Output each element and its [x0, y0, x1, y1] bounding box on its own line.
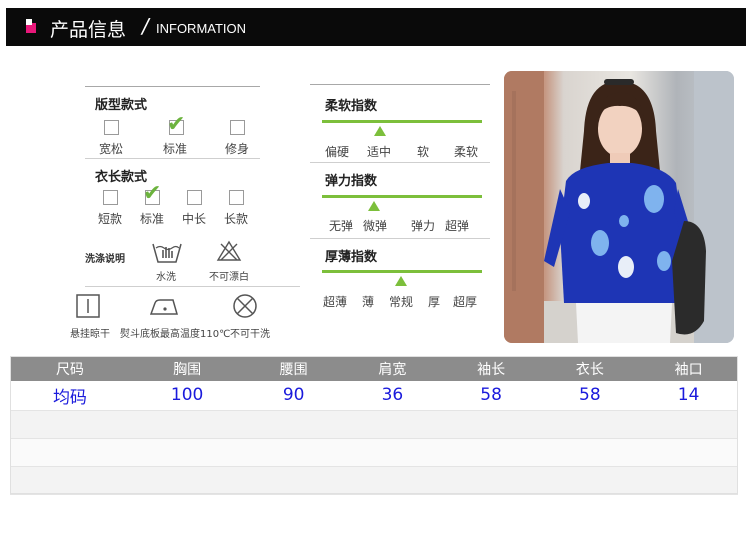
iron-icon — [149, 299, 178, 315]
divider — [310, 162, 490, 163]
checkmark-icon: ✔ — [167, 112, 186, 137]
fit-checkbox-loose[interactable] — [104, 120, 119, 135]
divider — [85, 286, 300, 287]
care-no-bleach-label: 不可漂白 — [209, 272, 249, 283]
length-checkbox-long[interactable] — [229, 190, 244, 205]
thickness-indicator — [395, 276, 407, 286]
length-option-mid: 中长 — [182, 212, 207, 226]
softness-option-2: 软 — [417, 145, 430, 159]
product-photo — [504, 71, 734, 343]
fit-option-slim: 修身 — [225, 142, 250, 156]
softness-option-3: 柔软 — [454, 145, 479, 159]
thickness-option-1: 薄 — [362, 295, 375, 309]
thickness-scale-bar — [322, 270, 482, 273]
length-option-long: 长款 — [224, 212, 249, 226]
table-cell-sleeve-length: 58 — [441, 381, 541, 411]
table-row-empty — [10, 410, 738, 439]
no-bleach-icon — [216, 240, 242, 261]
divider — [85, 158, 260, 159]
hand-wash-icon — [152, 243, 182, 263]
elasticity-option-0: 无弹 — [329, 219, 354, 233]
care-iron-label: 熨斗底板最高温度110℃ — [120, 329, 231, 340]
fit-checkbox-slim[interactable] — [230, 120, 245, 135]
table-row: 均码 100 90 36 58 58 14 — [10, 381, 738, 411]
length-title: 衣长款式 — [95, 170, 148, 185]
care-no-dry-clean-label: 不可干洗 — [230, 329, 270, 340]
checkmark-icon: ✔ — [143, 181, 162, 206]
divider — [85, 86, 260, 87]
thickness-option-4: 超厚 — [453, 295, 478, 309]
table-row-empty — [10, 466, 738, 495]
length-option-standard: 标准 — [140, 212, 165, 226]
softness-title: 柔软指数 — [325, 99, 378, 114]
thickness-option-3: 厚 — [428, 295, 441, 309]
section-header: 产品信息 / INFORMATION — [6, 8, 746, 46]
elasticity-option-2: 弹力 — [411, 219, 436, 233]
model-illustration — [504, 71, 734, 343]
table-cell-shoulder: 36 — [343, 381, 442, 411]
table-header-shoulder: 肩宽 — [343, 356, 442, 381]
elasticity-scale-bar — [322, 195, 482, 198]
no-dry-clean-icon — [233, 294, 257, 318]
fit-option-loose: 宽松 — [99, 142, 124, 156]
divider — [310, 238, 490, 239]
size-table: 尺码 胸围 腰围 肩宽 袖长 衣长 袖口 均码 100 90 36 58 58 … — [10, 356, 738, 495]
fit-option-standard: 标准 — [163, 142, 188, 156]
care-hand-wash-label: 水洗 — [156, 272, 176, 283]
softness-scale-bar — [322, 120, 482, 123]
elasticity-title: 弹力指数 — [325, 174, 378, 189]
elasticity-option-3: 超弹 — [445, 219, 470, 233]
length-checkbox-short[interactable] — [103, 190, 118, 205]
table-cell-garment-length: 58 — [540, 381, 640, 411]
header-title: 产品信息 — [50, 19, 127, 41]
table-header-cuff: 袖口 — [639, 356, 738, 381]
hang-dry-icon — [76, 294, 100, 318]
table-header-garment-length: 衣长 — [540, 356, 640, 381]
header-subtitle: INFORMATION — [156, 21, 247, 36]
header-slash: / — [142, 14, 149, 38]
table-cell-size: 均码 — [10, 381, 130, 411]
length-option-short: 短款 — [98, 212, 123, 226]
header-square-icon — [26, 19, 36, 33]
length-checkbox-mid[interactable] — [187, 190, 202, 205]
softness-indicator — [374, 126, 386, 136]
table-cell-chest: 100 — [129, 381, 245, 411]
elasticity-option-1: 微弹 — [363, 219, 388, 233]
table-header-chest: 胸围 — [129, 356, 245, 381]
care-title: 洗涤说明 — [85, 254, 125, 265]
table-header-sleeve-length: 袖长 — [441, 356, 541, 381]
thickness-option-2: 常规 — [389, 295, 414, 309]
softness-option-1: 适中 — [367, 145, 392, 159]
fit-title: 版型款式 — [95, 98, 148, 113]
elasticity-indicator — [368, 201, 380, 211]
table-row-empty — [10, 438, 738, 467]
table-cell-cuff: 14 — [639, 381, 738, 411]
table-cell-waist: 90 — [244, 381, 344, 411]
divider — [310, 84, 490, 85]
thickness-title: 厚薄指数 — [325, 250, 378, 265]
thickness-option-0: 超薄 — [323, 295, 348, 309]
care-hang-dry-label: 悬挂晾干 — [70, 329, 110, 340]
size-table-header-row: 尺码 胸围 腰围 肩宽 袖长 衣长 袖口 — [10, 356, 738, 381]
softness-option-0: 偏硬 — [325, 145, 350, 159]
table-header-size: 尺码 — [10, 356, 130, 381]
table-header-waist: 腰围 — [244, 356, 344, 381]
